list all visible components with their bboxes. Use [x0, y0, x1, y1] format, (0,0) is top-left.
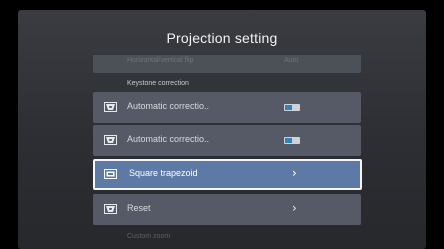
- square-trapezoid-row[interactable]: Square trapezoid ›: [93, 159, 362, 190]
- automatic-correction-label-2: Automatic correctio..: [127, 134, 210, 144]
- partial-row-label: Horizontal/vertical flip: [127, 57, 194, 64]
- keystone-icon: [104, 102, 117, 112]
- automatic-correction-row-2[interactable]: Automatic correctio..: [93, 125, 361, 156]
- automatic-correction-toggle-1[interactable]: [284, 104, 300, 111]
- chevron-right-icon: ›: [292, 201, 297, 215]
- reset-icon: [104, 204, 117, 214]
- chevron-right-icon: ›: [292, 166, 297, 180]
- square-trapezoid-icon: [104, 169, 117, 179]
- page-title: Projection setting: [166, 30, 278, 46]
- partial-setting-row[interactable]: Horizontal/vertical flip Auto: [93, 55, 361, 73]
- reset-label: Reset: [127, 203, 151, 213]
- partial-row-value: Auto: [284, 57, 299, 64]
- keystone-icon: [104, 135, 117, 145]
- section-header-keystone: Keystone correction: [127, 80, 189, 87]
- automatic-correction-row-1[interactable]: Automatic correctio..: [93, 92, 361, 123]
- reset-row[interactable]: Reset ›: [93, 194, 361, 225]
- toggle-knob: [285, 105, 292, 110]
- section-header-custom-zoom: Custom zoom: [127, 233, 171, 240]
- toggle-knob: [285, 138, 292, 143]
- automatic-correction-toggle-2[interactable]: [284, 137, 300, 144]
- square-trapezoid-label: Square trapezoid: [129, 168, 198, 178]
- automatic-correction-label-1: Automatic correctio..: [127, 101, 210, 111]
